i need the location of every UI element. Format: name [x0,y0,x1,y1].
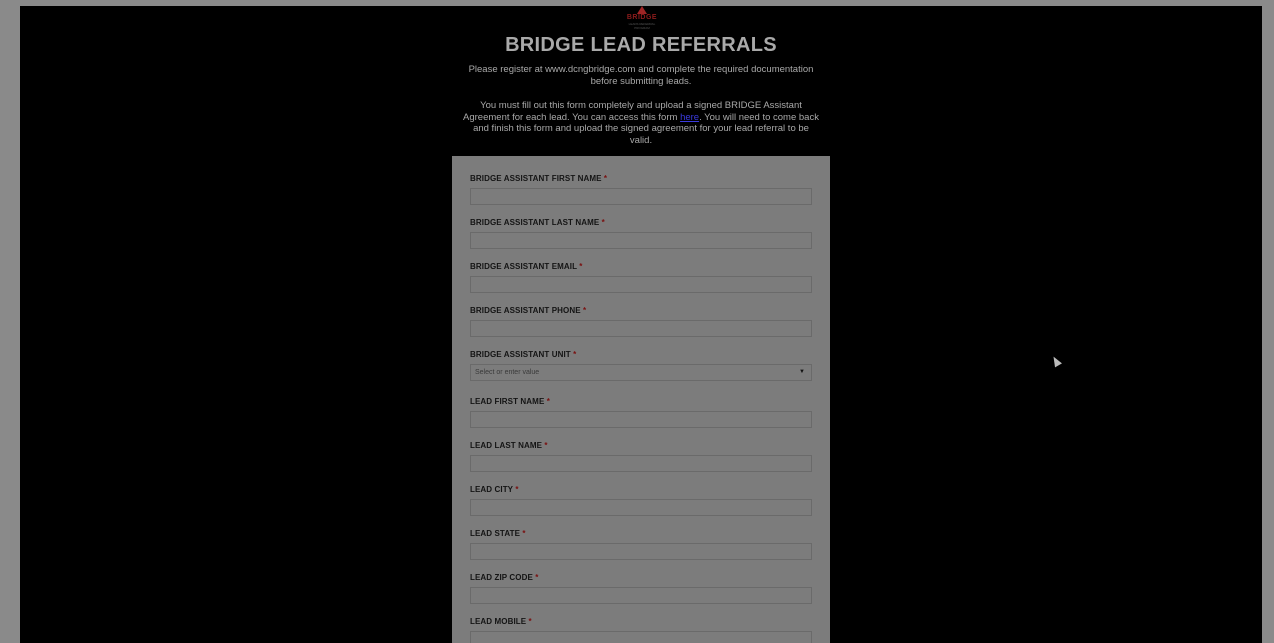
lead-city-input[interactable] [470,499,812,516]
field-lead-city: LEAD CITY * [470,485,812,516]
intro-paragraph-2: You must fill out this form completely a… [461,100,821,146]
lead-last-name-input[interactable] [470,455,812,472]
label-lead-first-name: LEAD FIRST NAME [470,397,545,406]
label-lead-city: LEAD CITY [470,485,513,494]
logo-brand: BRIDGE [626,14,658,21]
field-lead-zip: LEAD ZIP CODE * [470,573,812,604]
dropdown-caret-icon[interactable]: ▼ [799,365,805,380]
required-marker: * [579,262,583,271]
required-marker: * [515,485,519,494]
field-lead-last-name: LEAD LAST NAME * [470,441,812,472]
required-marker: * [573,350,577,359]
assistant-unit-select[interactable]: Select or enter value ▼ [470,364,812,381]
label-assistant-phone: BRIDGE ASSISTANT PHONE [470,306,581,315]
label-lead-state: LEAD STATE [470,529,521,538]
field-assistant-first-name: BRIDGE ASSISTANT FIRST NAME * [470,174,812,205]
lead-state-input[interactable] [470,543,812,560]
bridge-logo: BRIDGE LEADS REFERRAL PROGRAM [625,6,659,30]
page-overlay: BRIDGE LEADS REFERRAL PROGRAM BRIDGE LEA… [20,6,1262,643]
field-lead-first-name: LEAD FIRST NAME * [470,397,812,428]
required-marker: * [535,573,539,582]
label-assistant-email: BRIDGE ASSISTANT EMAIL [470,262,577,271]
select-placeholder: Select or enter value [475,369,540,376]
mouse-cursor-icon [1050,354,1062,368]
emblem-icon [637,6,647,14]
referral-form: BRIDGE ASSISTANT FIRST NAME * BRIDGE ASS… [452,156,830,643]
required-marker: * [546,397,550,406]
required-marker: * [603,174,608,183]
lead-zip-input[interactable] [470,587,812,604]
required-marker: * [582,306,587,315]
label-assistant-first-name: BRIDGE ASSISTANT FIRST NAME [470,174,602,183]
label-assistant-last-name: BRIDGE ASSISTANT LAST NAME [470,218,600,227]
page-title: BRIDGE LEAD REFERRALS [505,34,777,56]
label-assistant-unit: BRIDGE ASSISTANT UNIT [470,350,571,359]
here-link[interactable]: here [680,112,699,123]
logo-subtitle: LEADS REFERRAL PROGRAM [628,22,656,30]
assistant-phone-input[interactable] [470,320,812,337]
field-assistant-phone: BRIDGE ASSISTANT PHONE * [470,306,812,337]
required-marker: * [544,441,548,450]
required-marker: * [522,529,526,538]
assistant-email-input[interactable] [470,276,812,293]
field-lead-state: LEAD STATE * [470,529,812,560]
field-assistant-email: BRIDGE ASSISTANT EMAIL * [470,262,812,293]
intro-paragraph-1: Please register at www.dcngbridge.com an… [468,64,814,87]
assistant-last-name-input[interactable] [470,232,812,249]
field-assistant-unit: BRIDGE ASSISTANT UNIT * Select or enter … [470,350,812,381]
assistant-first-name-input[interactable] [470,188,812,205]
field-assistant-last-name: BRIDGE ASSISTANT LAST NAME * [470,218,812,249]
required-marker: * [601,218,605,227]
lead-first-name-input[interactable] [470,411,812,428]
label-lead-mobile: LEAD MOBILE [470,617,527,626]
label-lead-last-name: LEAD LAST NAME [470,441,543,450]
field-lead-mobile: LEAD MOBILE * [470,617,812,643]
label-lead-zip: LEAD ZIP CODE [470,573,533,582]
lead-mobile-input[interactable] [470,631,812,643]
required-marker: * [528,617,532,626]
